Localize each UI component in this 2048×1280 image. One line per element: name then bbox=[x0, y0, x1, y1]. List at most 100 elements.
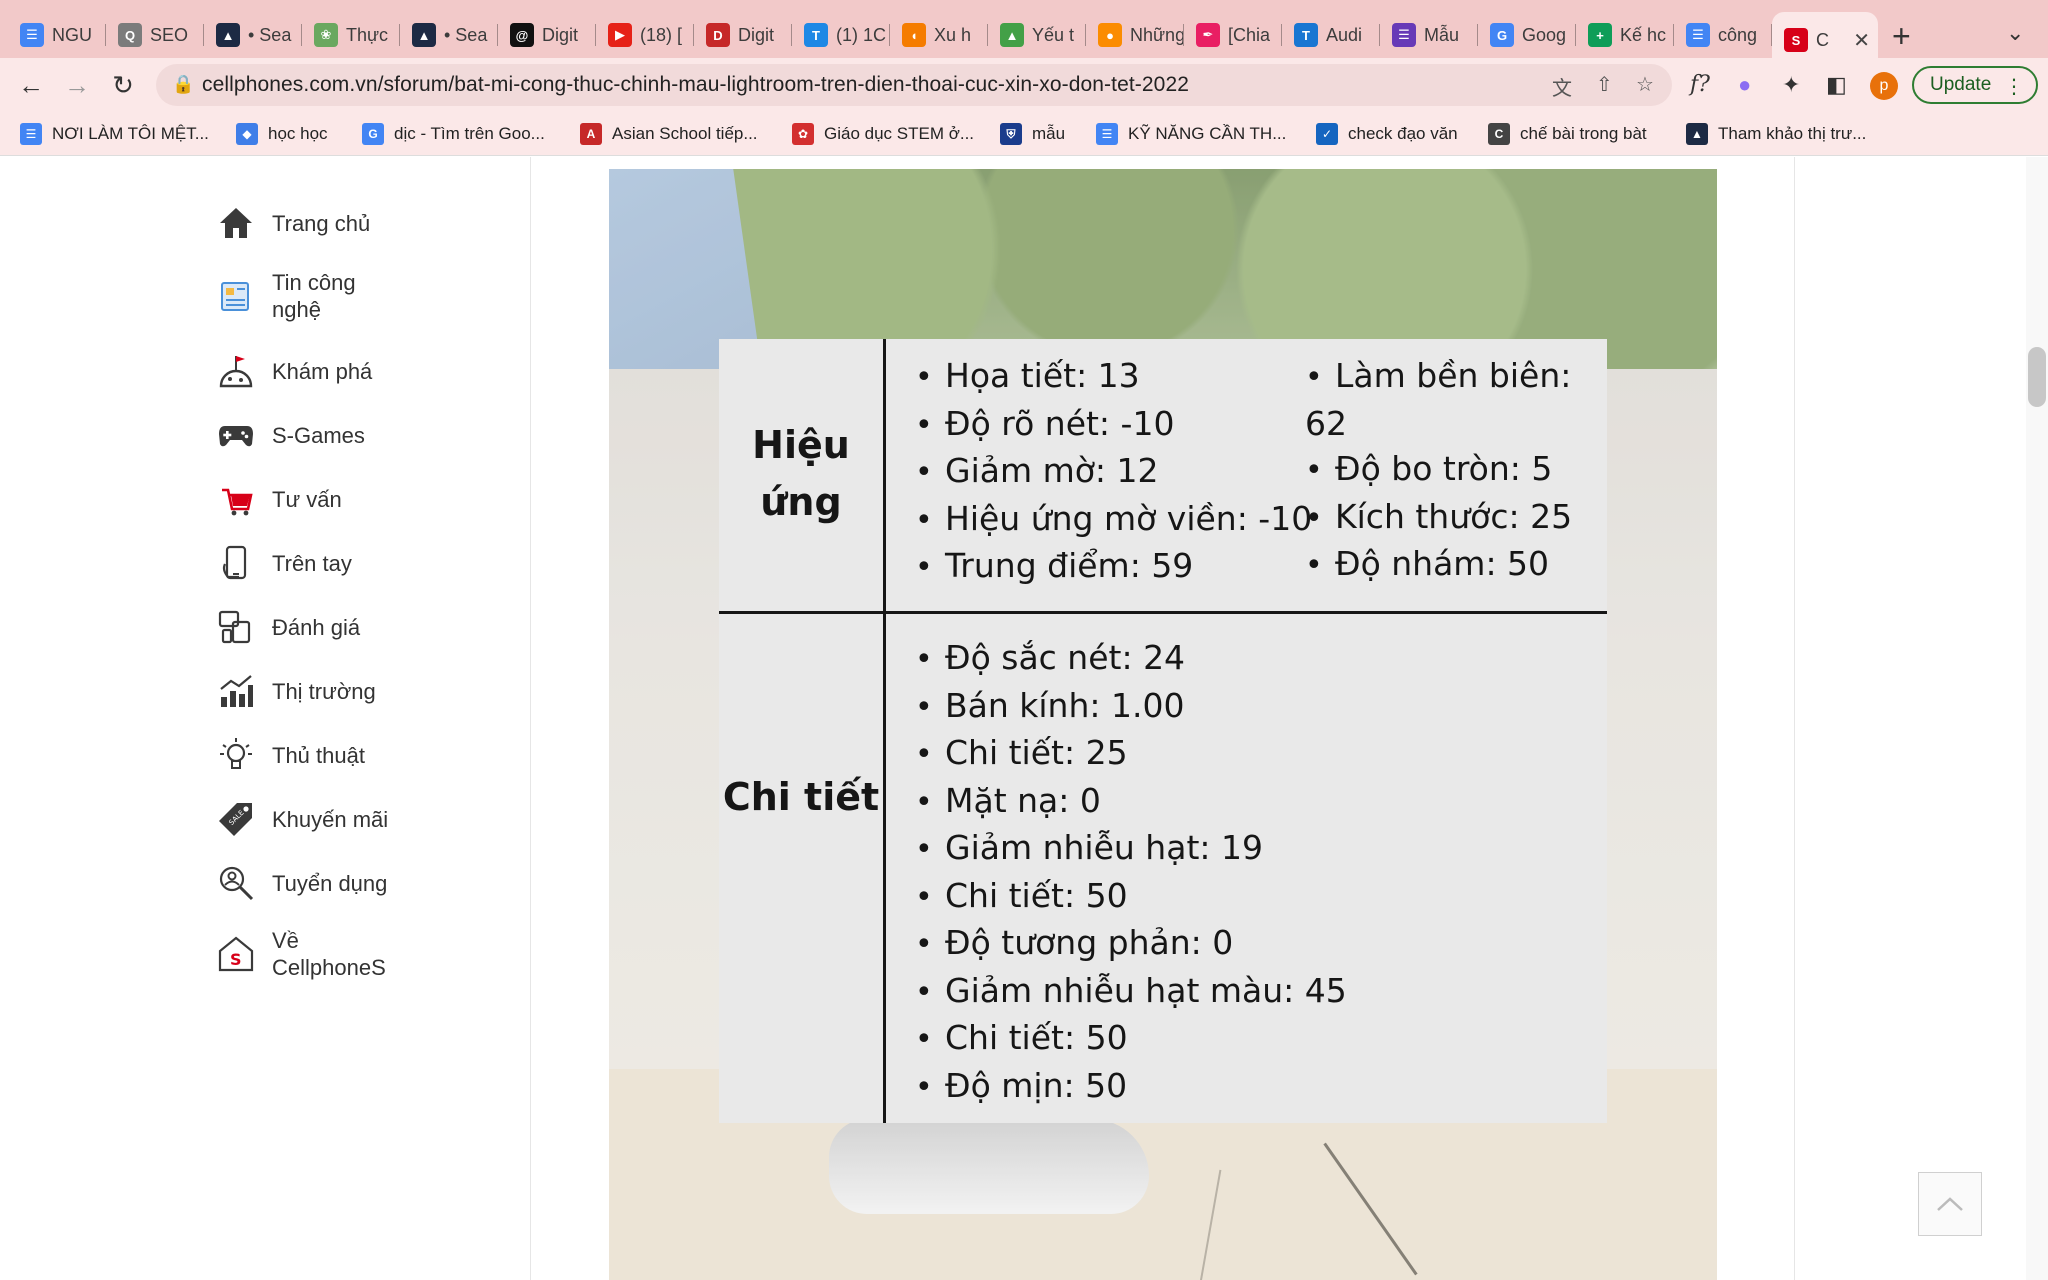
cart-advice-icon bbox=[216, 479, 256, 519]
sidebar-item-2[interactable]: Tin công nghệ bbox=[216, 269, 402, 323]
extensions-puzzle-icon[interactable]: ✦ bbox=[1782, 72, 1800, 98]
tab-10[interactable]: ◖ Xu h bbox=[890, 12, 988, 58]
home-icon bbox=[216, 203, 256, 243]
bookmark-5[interactable]: ✿ Giáo dục STEM ở... bbox=[792, 120, 974, 148]
sidebar-item-8[interactable]: Thị trường bbox=[216, 671, 402, 711]
tab-8[interactable]: D Digit bbox=[694, 12, 792, 58]
effect-setting-item: Hiệu ứng mờ viền: -10 bbox=[915, 496, 1312, 544]
explore-planet-icon bbox=[216, 351, 256, 391]
browser-toolbar: ← → ↻ 🔒 cellphones.com.vn/sforum/bat-mi-… bbox=[0, 58, 2048, 112]
sidebar-item-10[interactable]: SALE Khuyến mãi bbox=[216, 799, 402, 839]
scrollbar-thumb[interactable] bbox=[2028, 347, 2046, 407]
tab-17[interactable]: + Kế hc bbox=[1576, 12, 1674, 58]
page-scrollbar[interactable] bbox=[2026, 157, 2048, 1280]
detail-setting-item: Chi tiết: 50 bbox=[915, 873, 1347, 921]
sidebar-item-12[interactable]: S Về CellphoneS bbox=[216, 927, 402, 981]
bookmark-star-icon[interactable]: ☆ bbox=[1636, 72, 1654, 97]
article-image: Hiệu ứng Họa tiết: 13Độ rõ nét: -10Giảm … bbox=[609, 169, 1717, 1280]
youtube-icon: ▶ bbox=[608, 23, 632, 47]
reload-icon[interactable]: ↻ bbox=[104, 66, 142, 104]
sidebar-item-6[interactable]: Trên tay bbox=[216, 543, 402, 583]
new-tab-button[interactable]: + bbox=[1892, 18, 1911, 55]
sidebar-item-1[interactable]: Trang chủ bbox=[216, 203, 402, 243]
close-tab-icon[interactable]: ✕ bbox=[1845, 28, 1870, 53]
back-arrow-icon[interactable]: ← bbox=[12, 66, 50, 104]
more-menu-icon[interactable]: ⋮ bbox=[2004, 74, 2024, 99]
tab-title: Digit bbox=[542, 24, 579, 45]
tab-search-chevron-icon[interactable]: ⌄ bbox=[2006, 20, 2024, 46]
forward-arrow-icon[interactable]: → bbox=[58, 66, 96, 104]
tab-14[interactable]: T Audi bbox=[1282, 12, 1380, 58]
bookmark-label: Asian School tiếp... bbox=[612, 124, 758, 143]
translate-icon[interactable]: 文 bbox=[1552, 72, 1572, 101]
leaf-icon: ❀ bbox=[314, 23, 338, 47]
profile-avatar[interactable]: p bbox=[1870, 72, 1898, 100]
sidebar-item-5[interactable]: Tư vấn bbox=[216, 479, 402, 519]
tab-title: Kế hc bbox=[1620, 24, 1667, 45]
url-text[interactable]: cellphones.com.vn/sforum/bat-mi-cong-thu… bbox=[202, 73, 1189, 97]
bookmark-8[interactable]: ✓ check đạo văn bbox=[1316, 120, 1458, 148]
tab-15[interactable]: ☰ Mẫu bbox=[1380, 12, 1478, 58]
detail-setting-item: Chi tiết: 50 bbox=[915, 1015, 1347, 1063]
tab-2[interactable]: Q SEO bbox=[106, 12, 204, 58]
detail-setting-item: Giảm nhiễu hạt màu: 45 bbox=[915, 968, 1347, 1016]
tab-6[interactable]: @ Digit bbox=[498, 12, 596, 58]
effect-setting-item: Độ nhám: 50 bbox=[1305, 541, 1607, 589]
bookmark-label: Giáo dục STEM ở... bbox=[824, 124, 975, 143]
privacy-extension-icon[interactable]: ● bbox=[1738, 72, 1751, 98]
scroll-to-top-button[interactable] bbox=[1918, 1172, 1982, 1236]
tab-18[interactable]: ☰ công bbox=[1674, 12, 1772, 58]
google-icon: G bbox=[1490, 23, 1514, 47]
address-bar[interactable]: 🔒 cellphones.com.vn/sforum/bat-mi-cong-t… bbox=[156, 64, 1672, 106]
review-devices-icon bbox=[216, 607, 256, 647]
sidebar-item-11[interactable]: Tuyển dụng bbox=[216, 863, 402, 903]
sidebar-item-7[interactable]: Đánh giá bbox=[216, 607, 402, 647]
google-icon: G bbox=[362, 123, 384, 145]
bookmark-3[interactable]: Gdịc - Tìm trên Goo... bbox=[362, 120, 545, 148]
bookmark-2[interactable]: ◆ học học bbox=[236, 120, 328, 148]
bookmark-6[interactable]: ⛨ mẫu bbox=[1000, 120, 1065, 148]
sidebar-item-label: Về CellphoneS bbox=[272, 928, 386, 980]
forms-icon: ☰ bbox=[1392, 23, 1416, 47]
detail-setting-item: Độ tương phản: 0 bbox=[915, 920, 1347, 968]
tab-4[interactable]: ❀ Thực bbox=[302, 12, 400, 58]
bookmark-10[interactable]: ▲ Tham khảo thị trư... bbox=[1686, 120, 1866, 148]
sidebar-item-label: Đánh giá bbox=[272, 614, 361, 640]
sidebar-item-9[interactable]: Thủ thuật bbox=[216, 735, 402, 775]
effect-setting-item: Kích thước: 25 bbox=[1305, 494, 1607, 542]
tab-7[interactable]: ▶ (18) [ bbox=[596, 12, 694, 58]
side-panel-icon[interactable]: ◧ bbox=[1826, 72, 1847, 98]
tab-title: [Chia bbox=[1228, 24, 1271, 45]
tab-9[interactable]: T (1) 1C bbox=[792, 12, 890, 58]
lock-icon: 🔒 bbox=[172, 74, 195, 94]
bookmark-label: Tham khảo thị trư... bbox=[1718, 124, 1867, 143]
bookmark-label: KỸ NĂNG CẦN TH... bbox=[1128, 124, 1287, 143]
card-horizontal-divider bbox=[719, 611, 1607, 614]
semrush-icon: ▲ bbox=[1686, 123, 1708, 145]
seo-magnifier-icon: Q bbox=[118, 23, 142, 47]
share-icon[interactable]: ⇧ bbox=[1596, 72, 1613, 97]
tab-16[interactable]: G Goog bbox=[1478, 12, 1576, 58]
svg-text:S: S bbox=[230, 950, 242, 969]
tab-13[interactable]: ✒ [Chia bbox=[1184, 12, 1282, 58]
gamepad-icon bbox=[216, 415, 256, 455]
tab-12[interactable]: ● Những bbox=[1086, 12, 1184, 58]
sidebar-item-3[interactable]: Khám phá bbox=[216, 351, 402, 391]
details-heading: Chi tiết bbox=[722, 775, 880, 819]
sidebar-item-label: Tin công nghệ bbox=[272, 270, 356, 322]
bookmark-4[interactable]: A Asian School tiếp... bbox=[580, 120, 758, 148]
effect-setting-item: Độ rõ nét: -10 bbox=[915, 401, 1312, 449]
update-button[interactable]: Update ⋮ bbox=[1912, 66, 2038, 104]
update-label: Update bbox=[1930, 74, 1992, 95]
tab-5[interactable]: ▲ • Sea bbox=[400, 12, 498, 58]
sidebar-item-4[interactable]: S-Games bbox=[216, 415, 402, 455]
tab-3[interactable]: ▲ • Sea bbox=[204, 12, 302, 58]
formula-extension-icon[interactable]: f? bbox=[1690, 72, 1710, 97]
chevron-up-icon bbox=[1937, 1197, 1963, 1211]
bookmark-1[interactable]: ☰ NƠI LÀM TÔI MỆT... bbox=[20, 120, 209, 148]
tab-11[interactable]: ▲ Yếu t bbox=[988, 12, 1086, 58]
bookmark-9[interactable]: Cchế bài trong bàt bbox=[1488, 120, 1647, 148]
bookmark-7[interactable]: ☰ KỸ NĂNG CẦN TH... bbox=[1096, 120, 1286, 148]
tab-1[interactable]: ☰ NGU bbox=[8, 12, 106, 58]
detail-setting-item: Bán kính: 1.00 bbox=[915, 683, 1347, 731]
